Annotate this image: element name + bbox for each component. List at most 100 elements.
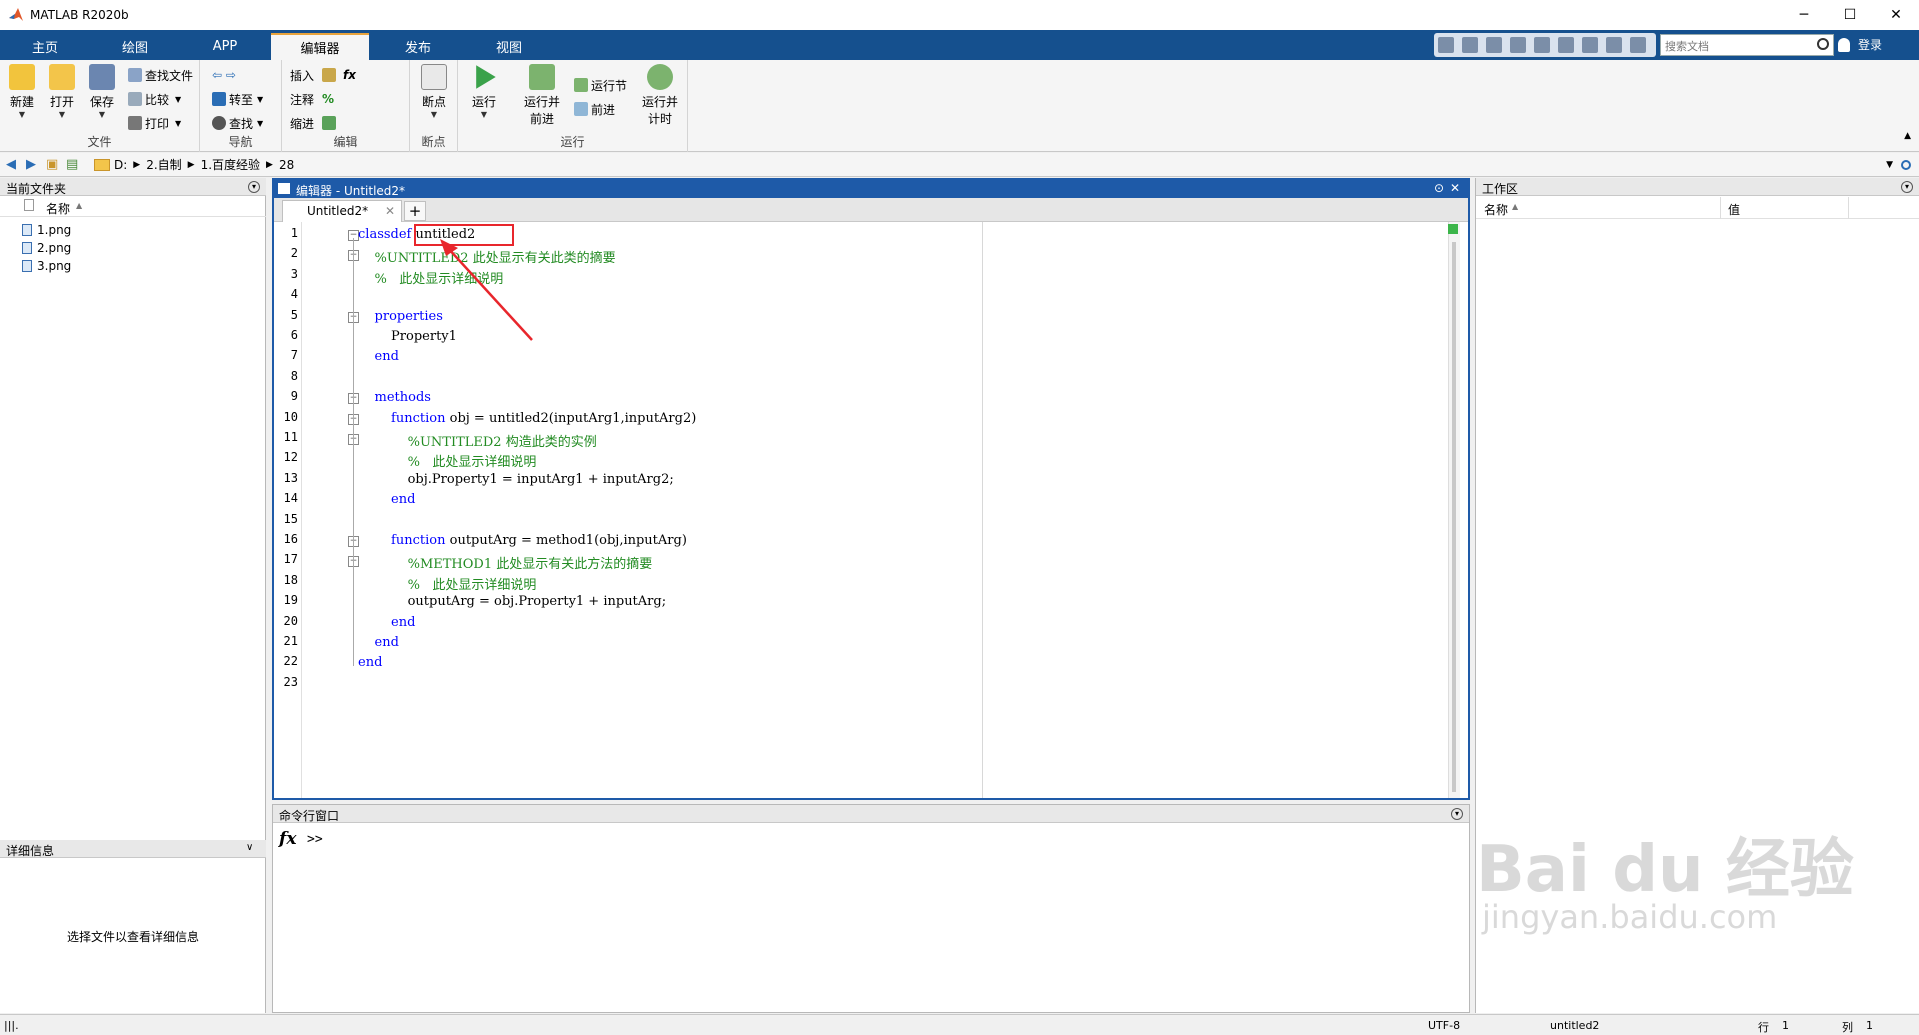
file-item[interactable]: 1.png [22,223,71,237]
ribbon-group-navigate: ⇦ ⇨ 转至 ▼ 查找 ▼ 导航 [200,60,282,152]
details-title[interactable]: 详细信息 [0,840,266,858]
forward-arrow-icon[interactable]: ▶ [26,157,40,172]
browse-folder-icon[interactable]: ▤ [66,157,80,172]
row-label: 行 [1758,1021,1769,1034]
notification-bell-icon[interactable] [1838,38,1850,52]
breadcrumb-part[interactable]: 28 [279,158,294,172]
file-item[interactable]: 2.png [22,241,71,255]
details-message: 选择文件以查看详细信息 [66,930,199,944]
editor-window: 编辑器 - Untitled2* ⊙ ✕ Untitled2* ✕ + − clas… [272,178,1470,800]
run-section-button[interactable]: 运行节 [574,76,627,94]
filename-status: untitled2 [1550,1019,1600,1032]
breadcrumb-drive[interactable]: D: [114,158,127,172]
run-and-time-button[interactable]: 运行并计时 [638,64,682,127]
annotation-arrow [440,239,533,341]
workspace-value-column[interactable]: 值 [1728,201,1740,218]
compare-button[interactable]: 比较 ▼ [128,90,181,108]
group-label-breakpoints: 断点 [421,135,446,149]
command-window-options-icon[interactable]: ▾ [1451,808,1463,820]
paste-icon[interactable] [1510,37,1526,53]
cut-icon[interactable] [1462,37,1478,53]
print-button[interactable]: 打印 ▼ [128,114,181,132]
new-icon [9,64,35,90]
help-icon[interactable] [1606,37,1622,53]
run-button[interactable]: 运行 ▼ [466,64,502,119]
quick-access-toolbar [1434,33,1656,57]
line-number: 5 [290,307,298,322]
line-number: 7 [290,348,298,363]
tab-publish[interactable]: 发布 [370,33,466,60]
back-forward-buttons[interactable]: ⇦ ⇨ [212,66,236,84]
line-number: 10 [283,409,298,424]
col-label: 列 [1842,1021,1853,1034]
line-number: 18 [283,572,298,587]
search-icon[interactable] [1817,38,1829,50]
login-link[interactable]: 登录 [1858,36,1882,53]
folder-icon [94,158,110,171]
workspace-options-icon[interactable]: ▾ [1901,181,1913,193]
up-folder-icon[interactable]: ▣ [46,157,60,172]
panel-options-icon[interactable]: ▾ [248,181,260,193]
workspace-name-column[interactable]: 名称 [1484,201,1508,218]
tab-plots[interactable]: 绘图 [90,33,180,60]
row-value: 1 [1782,1019,1789,1032]
redo-icon[interactable] [1558,37,1574,53]
breadcrumb-part[interactable]: 1.百度经验 [201,156,260,173]
switch-windows-icon[interactable] [1582,37,1598,53]
run-and-advance-button[interactable]: 运行并前进 [520,64,564,127]
goto-icon [212,92,226,106]
current-folder-address-bar: ◀ ▶ ▣ ▤ D: ▶ 2.自制 ▶ 1.百度经验 ▶ 28 ▼ [0,153,1919,177]
image-file-icon [22,242,32,254]
function-browser-icon[interactable]: fx [279,829,296,849]
minimize-button[interactable]: ─ [1781,0,1827,30]
insert-function-button[interactable]: fx [343,68,356,82]
ribbon: 新建 ▼ 打开 ▼ 保存 ▼ 查找文件 比较 ▼ 打印 ▼ 文件 ⇦ ⇨ 转至 ▼ 查找 ▼ … [0,60,1919,152]
save-button[interactable]: 保存 ▼ [84,64,120,119]
window-title: MATLAB R2020b [30,8,129,22]
tab-editor[interactable]: 编辑器 [271,33,369,60]
search-folder-icon[interactable] [1901,159,1911,170]
ribbon-group-edit: 插入 fx 注释% 缩进 编辑 [282,60,410,152]
close-button[interactable]: ✕ [1873,0,1919,30]
collapse-ribbon-icon[interactable]: ▲ [1904,131,1911,141]
tab-view[interactable]: 视图 [466,33,552,60]
undo-icon[interactable] [1534,37,1550,53]
command-window[interactable]: 命令行窗口 ▾ fx >> [272,804,1470,1013]
search-documentation-input[interactable]: 搜索文档 [1660,34,1834,56]
tab-home[interactable]: 主页 [0,33,90,60]
address-dropdown-icon[interactable]: ▼ [1886,160,1893,170]
command-prompt: >> [307,832,323,847]
file-item[interactable]: 3.png [22,259,71,273]
tab-apps[interactable]: APP [180,33,270,60]
encoding-status: UTF-8 [1428,1019,1461,1032]
find-files-button[interactable]: 查找文件 [128,66,193,84]
line-number: 4 [290,287,298,302]
breakpoints-button[interactable]: 断点 ▼ [416,64,452,119]
line-number: 13 [283,470,298,485]
watermark-url: jingyan.baidu.com [1482,898,1778,936]
open-button[interactable]: 打开 ▼ [44,64,80,119]
new-button[interactable]: 新建 ▼ [4,64,40,119]
line-number: 22 [283,654,298,669]
chevron-down-icon[interactable]: ∨ [246,842,253,853]
comment-button[interactable]: 注释% [290,90,334,108]
goto-button[interactable]: 转至 ▼ [212,90,263,108]
run-advance-icon [529,64,555,90]
file-list-header[interactable]: 名称 ▲ [0,197,266,217]
copy-icon[interactable] [1486,37,1502,53]
image-file-icon [22,260,32,272]
name-column-header[interactable]: 名称 [46,200,70,217]
advance-button[interactable]: 前进 [574,100,615,118]
line-number: 16 [283,532,298,546]
group-label-edit: 编辑 [333,135,358,149]
options-icon[interactable] [1630,37,1646,53]
save-icon[interactable] [1438,37,1454,53]
watermark-brand: Bai du 经验 [1476,833,1854,907]
find-button[interactable]: 查找 ▼ [212,114,263,132]
indent-button[interactable]: 缩进 [290,114,339,132]
insert-button[interactable]: 插入 fx [290,66,356,84]
maximize-button[interactable]: ☐ [1827,0,1873,30]
breadcrumb-part[interactable]: 2.自制 [146,156,181,173]
back-arrow-icon[interactable]: ◀ [6,157,20,172]
image-file-icon [22,224,32,236]
